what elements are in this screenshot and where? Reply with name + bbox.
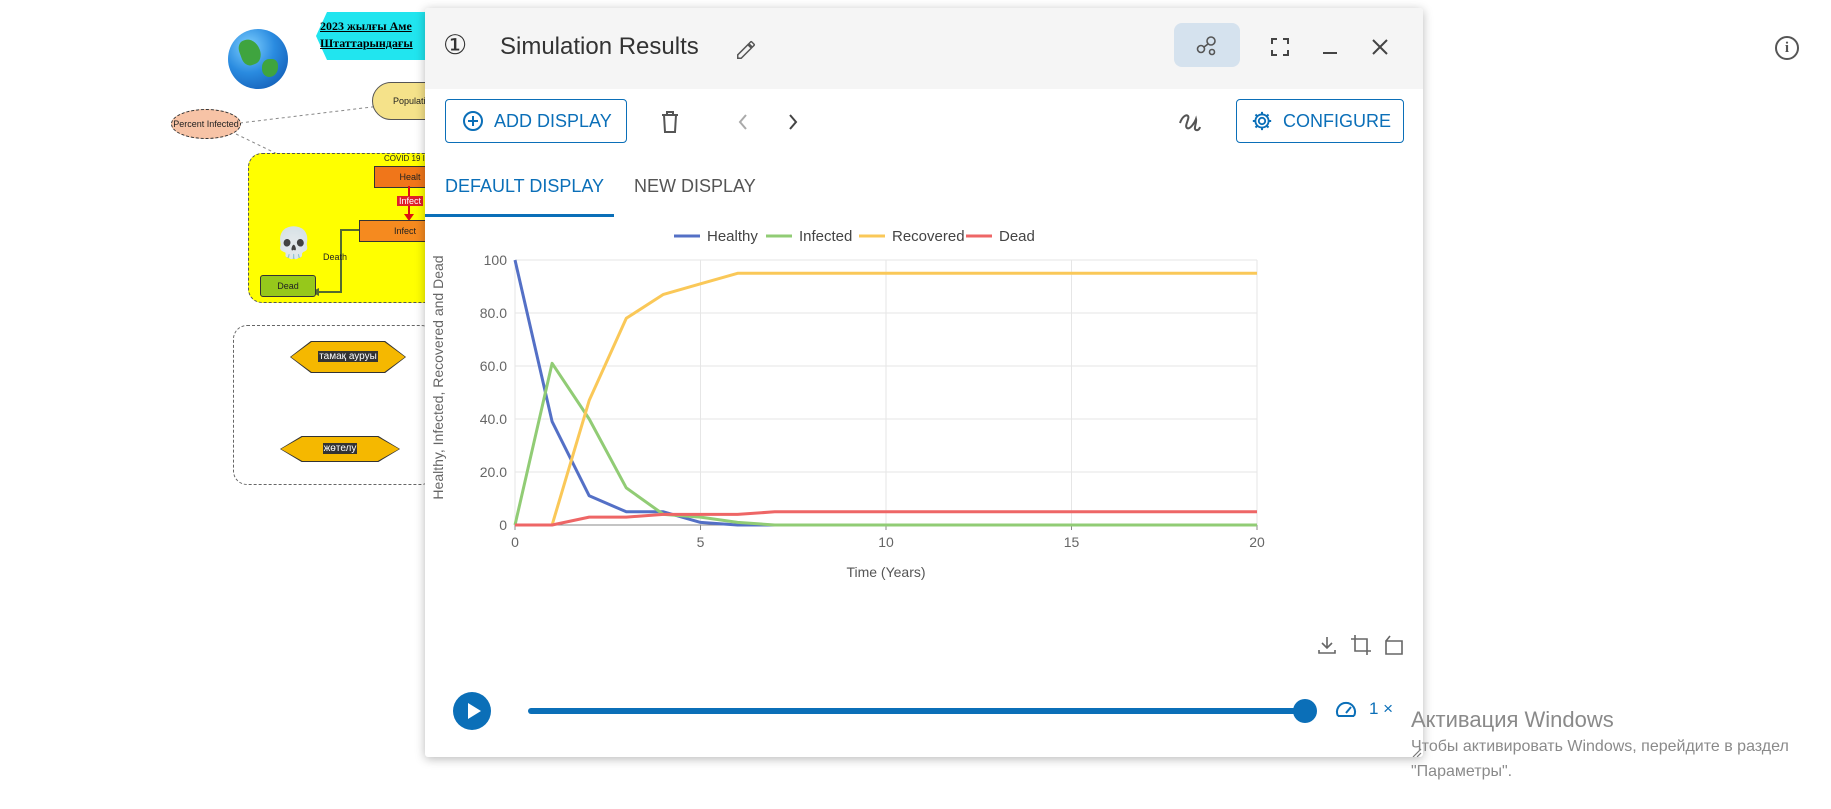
y-tick-label: 0 xyxy=(499,517,507,533)
x-axis-label: Time (Years) xyxy=(846,564,925,580)
legend-label-recovered: Recovered xyxy=(892,228,965,245)
y-tick-label: 80.0 xyxy=(480,305,507,321)
x-tick-label: 20 xyxy=(1249,534,1265,550)
add-circle-icon xyxy=(463,111,483,131)
legend-label-healthy: Healthy xyxy=(707,228,758,245)
next-display-chevron-right-icon[interactable] xyxy=(778,107,808,137)
infection-flow[interactable]: Infect xyxy=(397,196,424,206)
active-tab-indicator xyxy=(425,214,614,217)
add-display-label: ADD DISPLAY xyxy=(494,110,612,131)
diagram-view-button[interactable] xyxy=(1174,23,1240,67)
configure-button[interactable]: CONFIGURE xyxy=(1236,99,1404,143)
symptom-node-1[interactable]: тамақ ауруы xyxy=(291,342,405,372)
zoom-reset-icon[interactable] xyxy=(1383,634,1407,658)
tab-default-display[interactable]: DEFAULT DISPLAY xyxy=(445,176,604,197)
info-icon[interactable]: i xyxy=(1775,36,1799,60)
previous-display-chevron-left-icon[interactable] xyxy=(728,107,758,137)
x-tick-label: 5 xyxy=(697,534,705,550)
dialog-number: ① xyxy=(443,30,468,60)
symptoms-folder[interactable]: тамақ ауруы жөтелу xyxy=(233,325,435,485)
legend-label-infected: Infected xyxy=(799,228,852,245)
y-tick-label: 20.0 xyxy=(480,464,507,480)
minimize-icon[interactable] xyxy=(1315,32,1345,62)
speedometer-icon[interactable] xyxy=(1334,698,1360,724)
dead-stock[interactable]: Dead xyxy=(260,275,316,297)
legend-label-dead: Dead xyxy=(999,228,1035,245)
covid-model-folder[interactable]: COVID 19 I Healt Infect Infect Death 💀 D… xyxy=(248,153,451,303)
simulation-results-dialog: ① Simulation Results ADD DISPLAY CONFIGU… xyxy=(425,8,1423,757)
playback-speed[interactable]: 1 × xyxy=(1369,699,1393,719)
y-tick-label: 100 xyxy=(484,252,508,268)
play-button[interactable] xyxy=(453,692,491,730)
dialog-header[interactable]: ① Simulation Results xyxy=(425,8,1423,89)
symptom-node-2[interactable]: жөтелу xyxy=(281,437,399,461)
dialog-title: Simulation Results xyxy=(500,33,699,60)
x-tick-label: 10 xyxy=(878,534,894,550)
results-line-chart[interactable]: 0 20.0 40.0 60.0 80.0 100 0 5 10 15 20 Time (Years)… xyxy=(425,228,1423,658)
nodes-icon xyxy=(1196,36,1216,56)
x-tick-label: 0 xyxy=(511,534,519,550)
fullscreen-icon[interactable] xyxy=(1265,32,1295,62)
add-display-button[interactable]: ADD DISPLAY xyxy=(445,99,627,143)
y-tick-label: 40.0 xyxy=(480,411,507,427)
x-tick-label: 15 xyxy=(1064,534,1080,550)
close-icon[interactable] xyxy=(1365,32,1395,62)
download-icon[interactable] xyxy=(1316,634,1340,658)
edit-title-pencil-icon[interactable] xyxy=(731,35,761,65)
percent-infected-variable[interactable]: Percent Infected xyxy=(171,109,241,139)
curve-settings-icon[interactable] xyxy=(1175,107,1205,137)
document-title[interactable]: 2023 жылғы Аме Штаттарындағы xyxy=(320,18,440,54)
skull-icon: 💀 xyxy=(275,227,313,260)
tab-new-display[interactable]: NEW DISPLAY xyxy=(634,176,756,197)
timeline-slider-handle[interactable] xyxy=(1293,699,1317,723)
zoom-select-icon[interactable] xyxy=(1350,634,1374,658)
gear-icon xyxy=(1252,111,1272,131)
delete-display-trash-icon[interactable] xyxy=(655,107,685,137)
death-flow[interactable]: Death xyxy=(323,252,347,262)
windows-activation-watermark: Активация Windows Чтобы активировать Win… xyxy=(1411,707,1789,780)
y-axis-label: Healthy, Infected, Recovered and Dead xyxy=(430,255,446,499)
configure-label: CONFIGURE xyxy=(1283,110,1391,131)
timeline-slider-track[interactable] xyxy=(528,708,1305,714)
y-tick-label: 60.0 xyxy=(480,358,507,374)
